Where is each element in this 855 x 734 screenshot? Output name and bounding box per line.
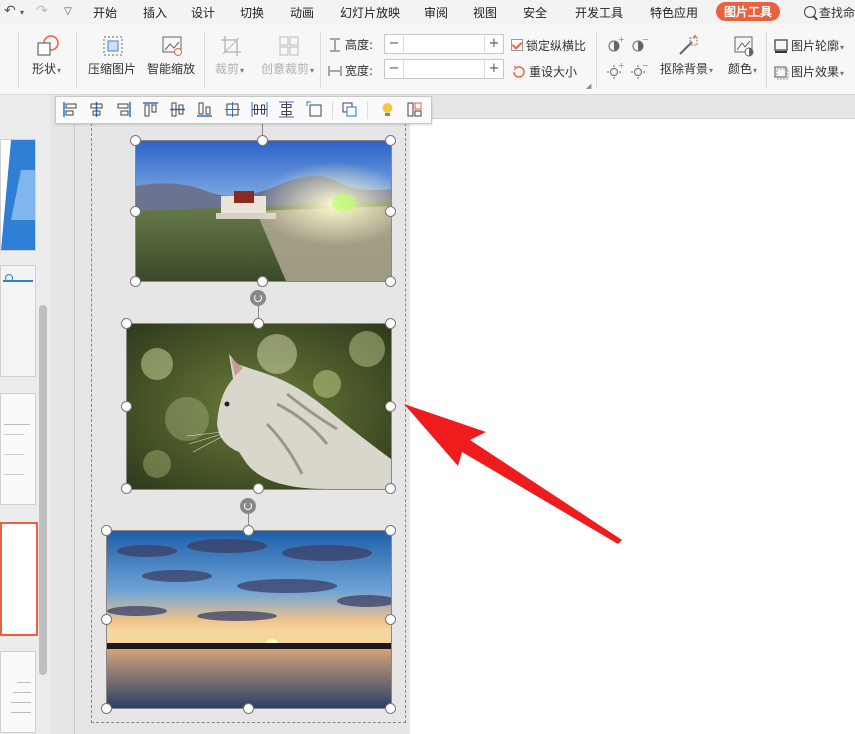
annotation-arrow <box>404 404 622 544</box>
